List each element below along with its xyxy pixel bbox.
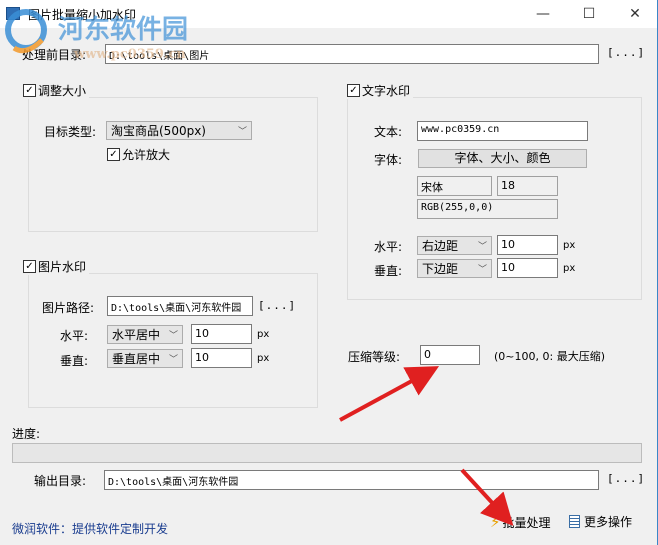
maximize-button[interactable]: ☐ <box>566 0 612 28</box>
compress-label: 压缩等级: <box>348 350 401 364</box>
batch-process-label: 批量处理 <box>502 515 551 530</box>
app-icon <box>6 7 20 20</box>
text-h-value: 右边距 <box>422 239 459 253</box>
font-settings-button[interactable]: 字体、大小、颜色 <box>418 149 587 168</box>
source-browse-button[interactable]: [...] <box>607 46 645 59</box>
px-unit: px <box>563 240 576 251</box>
text-v-value: 下边距 <box>422 262 459 276</box>
chevron-down-icon: ﹀ <box>237 127 247 137</box>
text-v-offset-input[interactable]: 10 <box>497 258 558 278</box>
resize-checkbox[interactable]: ✓ 调整大小 <box>23 82 90 99</box>
output-dir-input[interactable]: D:\tools\桌面\河东软件园 <box>104 470 599 490</box>
image-v-select[interactable]: 垂直居中 ﹀ <box>107 349 183 368</box>
font-label: 字体: <box>374 153 403 167</box>
checkbox-checked-icon: ✓ <box>107 148 120 161</box>
text-label: 文本: <box>374 125 403 139</box>
text-watermark-label: 文字水印 <box>362 84 411 98</box>
output-browse-button[interactable]: [...] <box>607 472 645 485</box>
text-v-select[interactable]: 下边距 ﹀ <box>417 259 492 278</box>
image-v-value: 垂直居中 <box>112 352 161 366</box>
source-dir-input[interactable]: D:\tools\桌面\图片 <box>105 44 599 64</box>
font-name-field: 宋体 <box>417 176 492 196</box>
batch-process-button[interactable]: ⚡ 批量处理 <box>490 513 551 531</box>
px-unit: px <box>563 263 576 274</box>
image-h-select[interactable]: 水平居中 ﹀ <box>107 325 183 344</box>
window-title: 图片批量缩小加水印 <box>28 8 137 22</box>
allow-enlarge-checkbox[interactable]: ✓ 允许放大 <box>107 146 171 163</box>
more-actions-label: 更多操作 <box>584 515 633 529</box>
text-h-select[interactable]: 右边距 ﹀ <box>417 236 492 255</box>
image-watermark-checkbox[interactable]: ✓ 图片水印 <box>23 258 90 275</box>
font-size-field: 18 <box>497 176 558 196</box>
minimize-button[interactable]: — <box>520 0 566 28</box>
arrow-to-compress <box>339 366 440 422</box>
lightning-icon: ⚡ <box>490 513 501 531</box>
checkbox-checked-icon: ✓ <box>23 84 36 97</box>
chevron-down-icon: ﹀ <box>168 331 178 341</box>
checkbox-checked-icon: ✓ <box>347 84 360 97</box>
image-h-value: 水平居中 <box>112 328 161 342</box>
image-watermark-label: 图片水印 <box>38 260 87 274</box>
text-watermark-checkbox[interactable]: ✓ 文字水印 <box>347 82 414 99</box>
chevron-down-icon: ﹀ <box>168 355 178 365</box>
more-actions-button[interactable]: 更多操作 <box>569 513 632 530</box>
close-button[interactable]: ✕ <box>612 0 658 28</box>
px-unit: px <box>257 353 270 364</box>
text-v-label: 垂直: <box>374 264 403 278</box>
chevron-down-icon: ﹀ <box>477 242 487 252</box>
target-type-select[interactable]: 淘宝商品(500px) ﹀ <box>106 121 252 140</box>
allow-enlarge-label: 允许放大 <box>122 148 171 162</box>
compress-level-input[interactable]: 0 <box>420 345 480 365</box>
font-color-field: RGB(255,0,0) <box>417 199 558 219</box>
image-v-label: 垂直: <box>60 354 89 368</box>
target-type-label: 目标类型: <box>44 125 97 139</box>
chevron-down-icon: ﹀ <box>477 265 487 275</box>
output-label: 输出目录: <box>34 474 87 488</box>
compress-hint: (0~100, 0: 最大压缩) <box>494 350 605 363</box>
source-label: 处理前目录: <box>22 48 87 62</box>
progress-label: 进度: <box>12 427 41 441</box>
document-icon <box>569 515 580 528</box>
resize-label: 调整大小 <box>38 84 87 98</box>
image-h-label: 水平: <box>60 329 89 343</box>
image-v-offset-input[interactable]: 10 <box>191 348 252 368</box>
checkbox-checked-icon: ✓ <box>23 260 36 273</box>
progress-bar <box>12 443 642 463</box>
text-h-offset-input[interactable]: 10 <box>497 235 558 255</box>
target-type-value: 淘宝商品(500px) <box>111 124 206 138</box>
text-h-label: 水平: <box>374 240 403 254</box>
image-browse-button[interactable]: [...] <box>258 299 296 312</box>
image-h-offset-input[interactable]: 10 <box>191 324 252 344</box>
text-input[interactable]: www.pc0359.cn <box>417 121 588 141</box>
resize-group <box>28 97 318 232</box>
image-path-label: 图片路径: <box>42 301 95 315</box>
image-path-input[interactable]: D:\tools\桌面\河东软件园 <box>107 296 253 316</box>
px-unit: px <box>257 329 270 340</box>
vendor-link[interactable]: 微润软件：提供软件定制开发 <box>12 520 168 537</box>
